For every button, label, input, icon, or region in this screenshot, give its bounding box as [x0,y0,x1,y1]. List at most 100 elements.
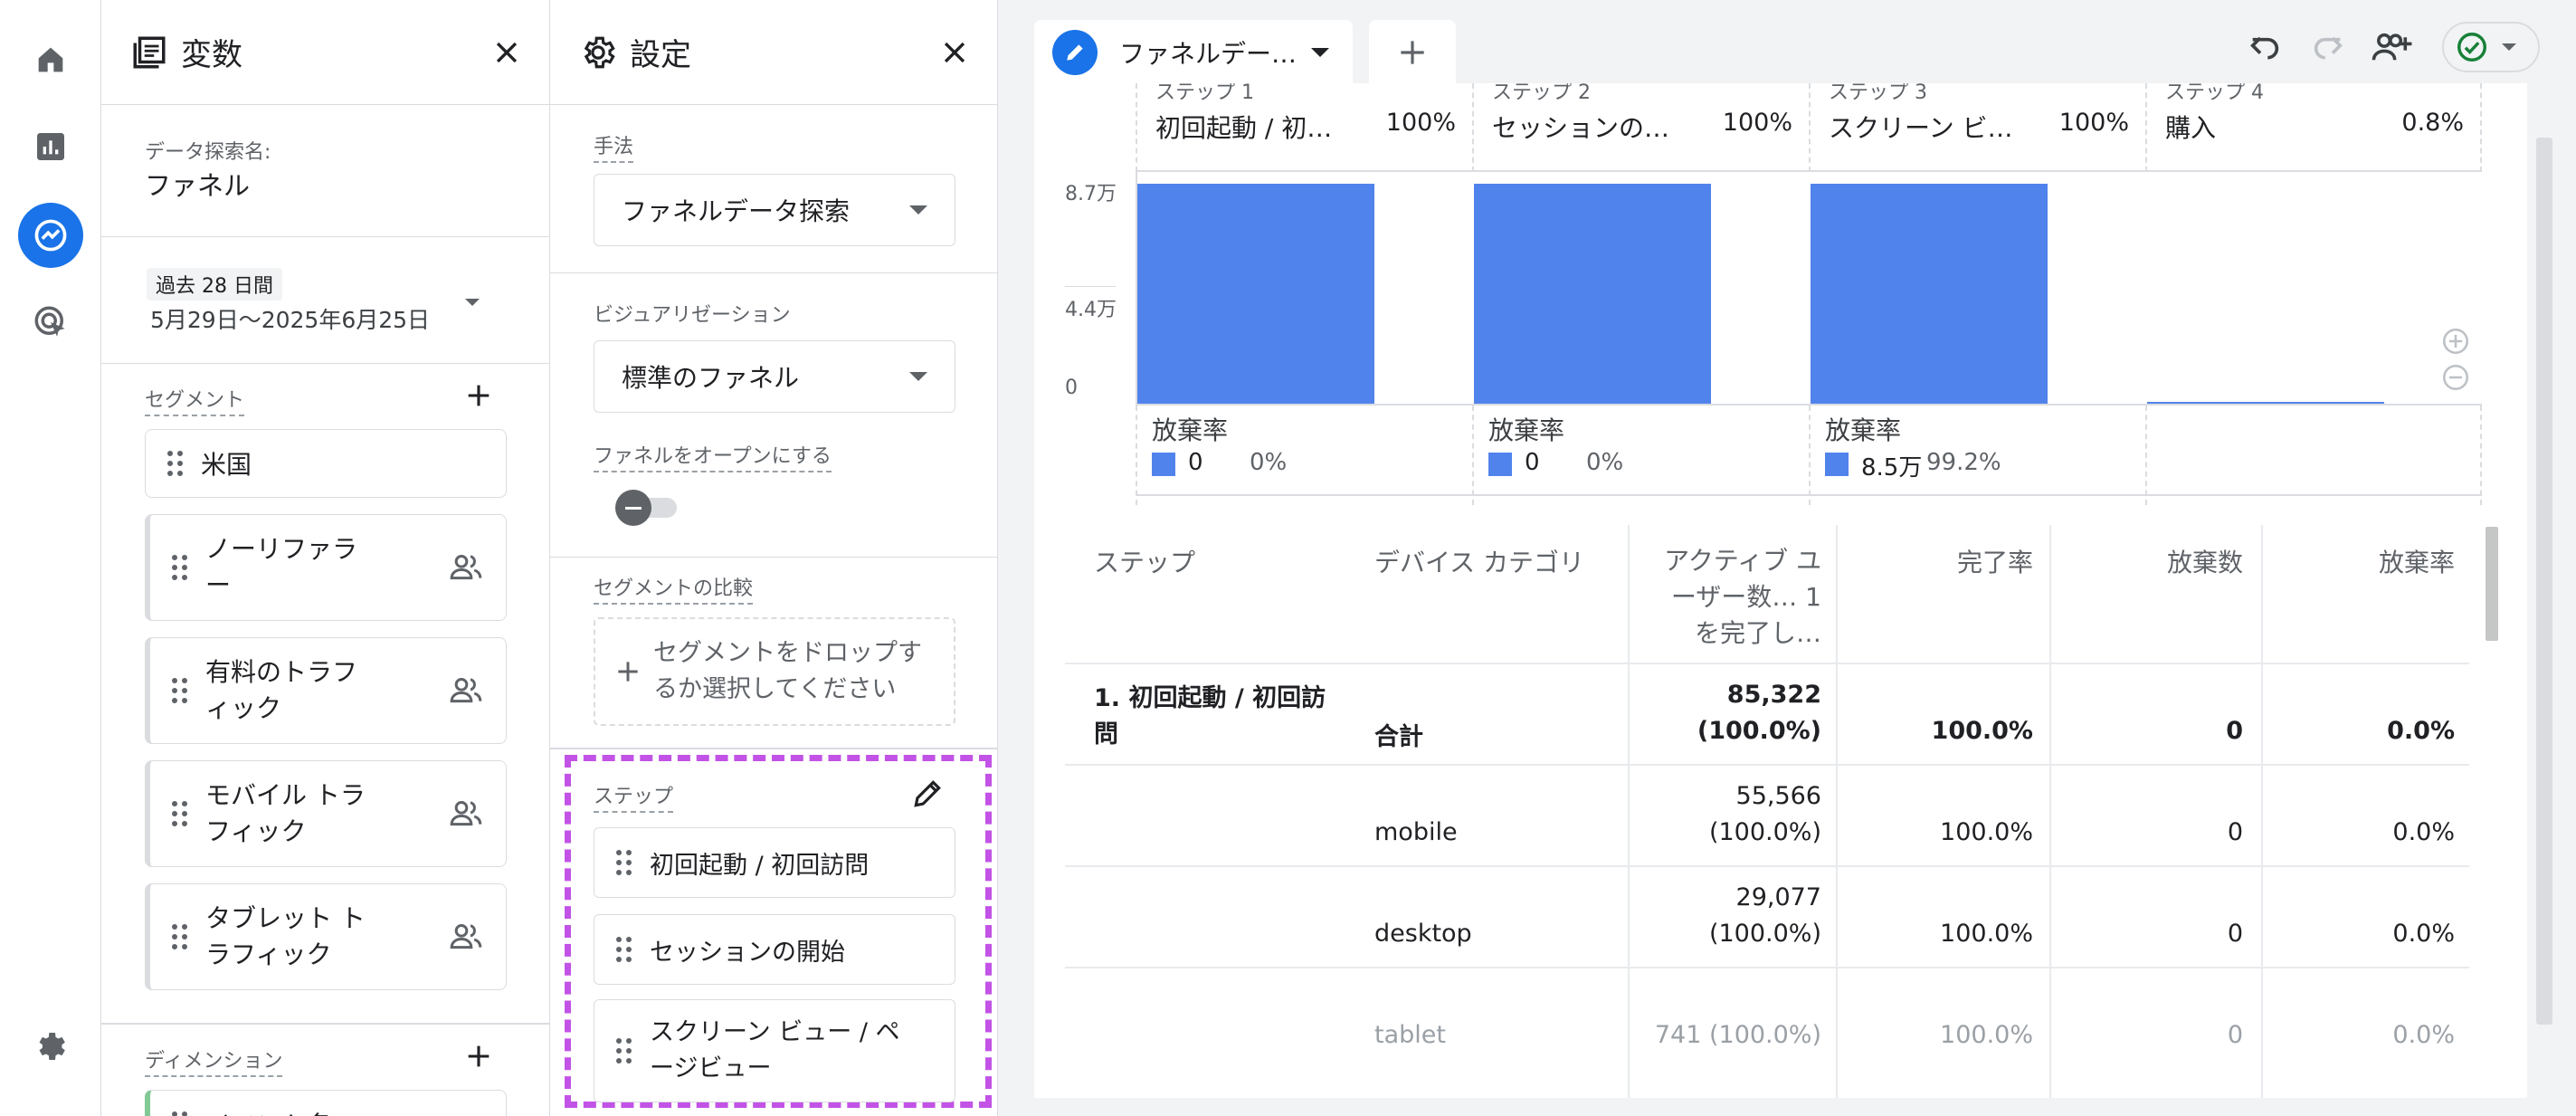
visualization-dropdown[interactable]: 標準のファネル [594,340,955,413]
step-percent: 100% [1722,109,1792,137]
drag-handle-icon[interactable] [616,850,632,875]
table-cell-users-pct: (100.0%) [1708,920,1821,948]
segment-item[interactable]: 米国 [145,429,507,498]
technique-dropdown[interactable]: ファネルデータ探索 [594,174,955,246]
edit-tab-icon[interactable] [1052,30,1098,75]
abandon-value: 0 [1525,449,1540,476]
y-tick-label: 4.4万 [1065,299,1117,321]
segment-drop-zone[interactable]: セグメントをドロップするか選択してください [594,617,955,726]
segment-item[interactable]: モバイル トラフィック [145,760,507,867]
variables-header: 変数 [101,0,549,105]
segment-item[interactable]: ノーリファラー [145,514,507,621]
date-dropdown-icon[interactable] [465,299,480,306]
step-item[interactable]: スクリーン ビュー / ページビュー [594,999,955,1102]
column-header-device[interactable]: デバイス カテゴリ [1374,543,1584,579]
admin-gear-icon[interactable] [18,1014,83,1079]
tab-menu-icon[interactable] [1311,48,1329,57]
toggle-knob[interactable] [615,490,651,526]
funnel-step-header[interactable]: ステップ 2 セッションの… 100% [1472,83,1809,172]
step-item[interactable]: セッションの開始 [594,914,955,985]
drag-handle-icon[interactable] [172,924,187,949]
chart-top-line [1136,170,2482,172]
share-users-icon[interactable] [2370,27,2415,67]
user-segment-icon [450,555,482,580]
reports-icon[interactable] [18,114,83,179]
explore-icon[interactable] [18,203,83,268]
date-chip: 過去 28 日間 [147,268,282,300]
dimension-item[interactable]: イベント名 [145,1090,507,1116]
step-item[interactable]: 初回起動 / 初回訪問 [594,827,955,898]
funnel-step-header[interactable]: ステップ 4 購入 0.8% [2145,83,2482,172]
table-cell-abandons: 0 [2227,920,2243,948]
zoom-in-icon[interactable] [2440,326,2471,357]
technique-value: ファネルデータ探索 [622,196,851,226]
funnel-step-header[interactable]: ステップ 3 スクリーン ビ… 100% [1809,83,2145,172]
drag-handle-icon[interactable] [172,555,187,580]
status-menu[interactable] [2442,22,2540,72]
column-header-step[interactable]: ステップ [1094,543,1195,579]
column-header-abandons[interactable]: 放棄数 [2062,543,2243,579]
exploration-name-label: データ探索名: [145,141,271,164]
funnel-bar[interactable] [1137,184,1374,404]
user-segment-icon [450,801,482,826]
dimensions-label: ディメンション [145,1044,283,1077]
funnel-bar[interactable] [1474,184,1711,404]
table-cell-device: desktop [1374,920,1472,948]
user-segment-icon [450,678,482,703]
settings-panel: 設定 手法 ファネルデータ探索 ビジュアリゼーション 標準のファネル ファネルを… [550,0,998,1116]
step-number: ステップ 2 [1492,83,1591,104]
abandon-value: 0 [1188,449,1203,476]
step-name: 初回起動 / 初… [1155,113,1333,143]
drag-handle-icon[interactable] [172,678,187,703]
table-cell-device: mobile [1374,818,1458,846]
edit-pencil-icon[interactable] [910,777,945,811]
table-scrollbar[interactable] [2486,527,2498,641]
date-range-section[interactable]: 過去 28 日間 5月29日～2025年6月25日 [101,237,549,364]
technique-section: 手法 ファネルデータ探索 [550,105,997,273]
column-header-abandon-rate[interactable]: 放棄率 [2274,543,2455,579]
column-divider [2261,525,2263,1098]
abandonment-cell [2145,405,2482,505]
table-cell-abandons: 0 [2227,1021,2243,1049]
home-icon[interactable] [18,27,83,92]
funnel-step-header[interactable]: ステップ 1 初回起動 / 初… 100% [1136,83,1472,172]
column-header-active-users[interactable]: アクティブ ユーザー数… 1 を完了し… [1640,543,1821,652]
advertising-icon[interactable] [18,290,83,355]
step-label: 初回起動 / 初回訪問 [650,851,870,880]
add-segment-icon[interactable] [463,380,494,411]
left-nav-rail [0,0,101,1116]
funnel-bar[interactable] [1811,184,2048,404]
table-cell-completion: 100.0% [1931,717,2033,745]
drag-handle-icon[interactable] [616,1038,632,1064]
page-scrollbar[interactable] [2536,138,2552,1025]
column-header-completion-rate[interactable]: 完了率 [1849,543,2033,579]
exploration-name-value[interactable]: ファネル [145,165,250,203]
drag-handle-icon[interactable] [616,937,632,962]
step-number: ステップ 1 [1155,83,1254,104]
visualization-value: 標準のファネル [622,363,800,393]
drag-handle-icon[interactable] [172,1111,187,1116]
drag-handle-icon[interactable] [167,451,183,476]
undo-icon[interactable] [2247,29,2283,65]
visualization-section: ビジュアリゼーション 標準のファネル ファネルをオープンにする [550,273,997,558]
close-icon[interactable] [491,37,522,68]
step-percent: 0.8% [2401,109,2464,137]
segment-item[interactable]: 有料のトラフィック [145,637,507,744]
add-tab-button[interactable] [1369,20,1456,85]
abandon-percent: 0% [1586,449,1624,476]
dropdown-arrow-icon [909,205,927,215]
dropdown-arrow-icon [909,372,927,381]
zoom-out-icon[interactable] [2440,362,2471,393]
row-divider [1065,663,2469,664]
tab-funnel-exploration[interactable]: ファネルデー… [1034,20,1353,85]
close-icon[interactable] [939,37,970,68]
variables-icon [133,36,166,68]
drag-handle-icon[interactable] [172,801,187,826]
open-funnel-toggle[interactable] [615,490,677,526]
segment-item[interactable]: タブレット トラフィック [145,883,507,990]
settings-title: 設定 [630,37,691,73]
step-name: スクリーン ビ… [1829,113,2013,143]
redo-icon[interactable] [2310,29,2346,65]
add-dimension-icon[interactable] [463,1041,494,1072]
abandon-value: 8.5万 [1861,454,1923,482]
